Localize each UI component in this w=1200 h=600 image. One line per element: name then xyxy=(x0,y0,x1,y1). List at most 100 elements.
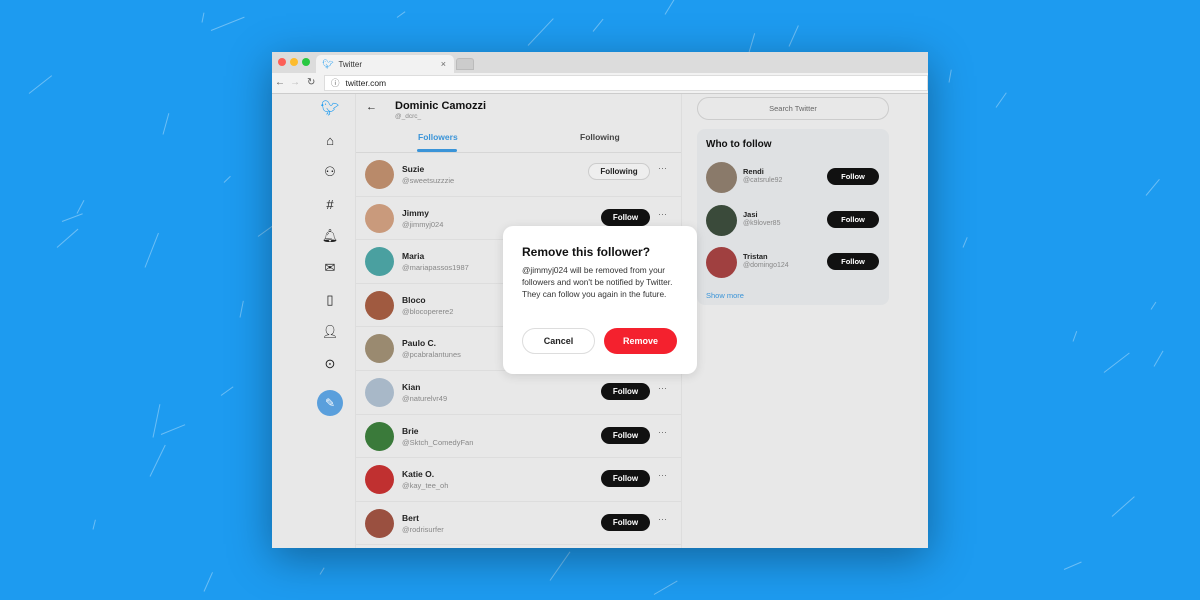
follow-button[interactable]: Follow xyxy=(601,383,650,400)
follower-name: Bloco xyxy=(402,294,426,305)
tab-followers[interactable]: Followers xyxy=(418,132,458,142)
avatar[interactable] xyxy=(706,162,737,193)
active-tab-indicator xyxy=(417,149,457,152)
url-input[interactable]: ⓘ twitter.com xyxy=(324,75,928,91)
avatar[interactable] xyxy=(365,290,394,320)
remove-button[interactable]: Remove xyxy=(604,328,677,354)
reload-icon[interactable]: ↻ xyxy=(307,77,315,88)
close-tab-icon[interactable]: × xyxy=(441,59,446,69)
browser-tab[interactable]: 🐦︎ Twitter × xyxy=(316,55,454,73)
more-options-icon[interactable]: ··· xyxy=(658,470,667,480)
avatar[interactable] xyxy=(706,204,737,236)
avatar[interactable] xyxy=(365,160,394,189)
more-options-icon[interactable]: ··· xyxy=(658,427,667,437)
twitter-logo-icon[interactable]: 🐦︎ xyxy=(320,98,340,118)
background-scratch xyxy=(201,12,205,24)
info-icon: ⓘ xyxy=(331,78,340,88)
new-tab-button[interactable] xyxy=(456,58,474,70)
background-scratch xyxy=(239,299,245,318)
avatar[interactable] xyxy=(365,334,394,364)
cancel-button[interactable]: Cancel xyxy=(522,328,595,354)
tabs: Followers Following xyxy=(356,124,681,153)
background-scratch xyxy=(152,404,160,438)
follower-row[interactable]: Kian @naturelvr49 Follow ··· xyxy=(356,371,681,415)
avatar[interactable] xyxy=(365,247,394,277)
more-options-icon[interactable]: ··· xyxy=(658,383,667,393)
explore-icon[interactable]: ⚇ xyxy=(320,162,340,182)
back-icon[interactable]: ← xyxy=(275,77,285,88)
background-scratch xyxy=(396,10,405,18)
twitter-bird-icon: 🐦︎ xyxy=(322,58,334,69)
who-to-follow-title: Who to follow xyxy=(706,139,772,150)
follower-name: Bert xyxy=(402,512,420,523)
background-scratch xyxy=(28,74,53,94)
more-options-icon[interactable]: ··· xyxy=(658,163,667,173)
maximize-window-icon[interactable] xyxy=(302,58,310,66)
show-more-link[interactable]: Show more xyxy=(706,291,744,300)
follower-handle: @kay_tee_oh xyxy=(402,481,449,491)
mail-icon[interactable]: ✉ xyxy=(320,258,340,278)
tab-following[interactable]: Following xyxy=(580,132,620,142)
background-scratch xyxy=(220,385,234,396)
suggestion-row: Jasi @k9lover85 Follow xyxy=(697,204,889,247)
bell-icon[interactable]: 🔔︎ xyxy=(320,226,340,246)
background-scratch xyxy=(549,552,571,582)
close-window-icon[interactable] xyxy=(278,58,286,66)
suggestion-name: Tristan xyxy=(743,252,768,261)
more-options-icon[interactable]: ··· xyxy=(658,514,667,524)
follower-name: Paulo C. xyxy=(402,338,437,349)
avatar[interactable] xyxy=(365,465,394,495)
profile-handle: @_dcrc_ xyxy=(395,113,422,120)
minimize-window-icon[interactable] xyxy=(290,58,298,66)
background-scratch xyxy=(788,25,799,47)
dialog-body: @jimmyj024 will be removed from your fol… xyxy=(522,265,673,300)
background-scratch xyxy=(61,213,83,223)
follow-button[interactable]: Follow xyxy=(601,426,650,444)
hashtag-icon[interactable]: # xyxy=(320,194,340,214)
compose-button[interactable]: ✎ xyxy=(317,390,343,416)
background-scratch xyxy=(319,567,325,575)
following-button[interactable]: Following xyxy=(588,163,650,180)
more-icon[interactable]: ⊙ xyxy=(320,354,340,374)
follower-handle: @rodrisurfer xyxy=(402,524,444,534)
back-arrow-icon[interactable]: ← xyxy=(366,101,377,113)
home-icon[interactable]: ⌂ xyxy=(320,130,340,150)
url-text: twitter.com xyxy=(345,78,387,88)
avatar[interactable] xyxy=(365,378,394,407)
follow-button[interactable]: Follow xyxy=(601,470,650,488)
background-scratch xyxy=(223,176,231,184)
follower-name: Katie O. xyxy=(402,469,435,480)
follow-button[interactable]: Follow xyxy=(827,210,879,228)
forward-icon[interactable]: → xyxy=(290,77,300,88)
suggestion-row: Rendi @catsrule92 Follow xyxy=(697,162,889,204)
suggestion-name: Rendi xyxy=(743,167,764,176)
follow-button[interactable]: Follow xyxy=(601,208,650,226)
more-options-icon[interactable]: ··· xyxy=(658,209,667,219)
background-scratch xyxy=(211,16,246,31)
follow-button[interactable]: Follow xyxy=(827,168,879,185)
background-scratch xyxy=(653,580,678,595)
search-input[interactable]: Search Twitter xyxy=(697,97,889,120)
bookmark-icon[interactable]: ▯ xyxy=(320,290,340,310)
background-scratch xyxy=(527,18,555,47)
avatar[interactable] xyxy=(706,247,737,278)
follower-name: Brie xyxy=(402,425,419,436)
follow-button[interactable]: Follow xyxy=(601,513,650,531)
background-scratch xyxy=(1145,178,1161,196)
follower-row[interactable]: Brie @Sktch_ComedyFan Follow ··· xyxy=(356,415,681,459)
avatar[interactable] xyxy=(365,203,394,233)
profile-icon[interactable]: 👤︎ xyxy=(320,322,340,342)
follower-row[interactable]: Suzie @sweetsuzzzie Following ··· xyxy=(356,153,681,197)
avatar[interactable] xyxy=(365,421,394,451)
background-scratch xyxy=(995,92,1008,108)
background-scratch xyxy=(56,228,79,249)
follower-row[interactable]: Katie O. @kay_tee_oh Follow ··· xyxy=(356,458,681,502)
follower-row[interactable]: Bert @rodrisurfer Follow ··· xyxy=(356,502,681,546)
background-scratch xyxy=(162,113,170,135)
follow-button[interactable]: Follow xyxy=(827,253,879,270)
follower-name: Suzie xyxy=(402,164,425,174)
background-scratch xyxy=(92,518,96,530)
follower-handle: @sweetsuzzzie xyxy=(402,176,455,185)
background-scratch xyxy=(1064,561,1083,570)
avatar[interactable] xyxy=(365,508,394,538)
